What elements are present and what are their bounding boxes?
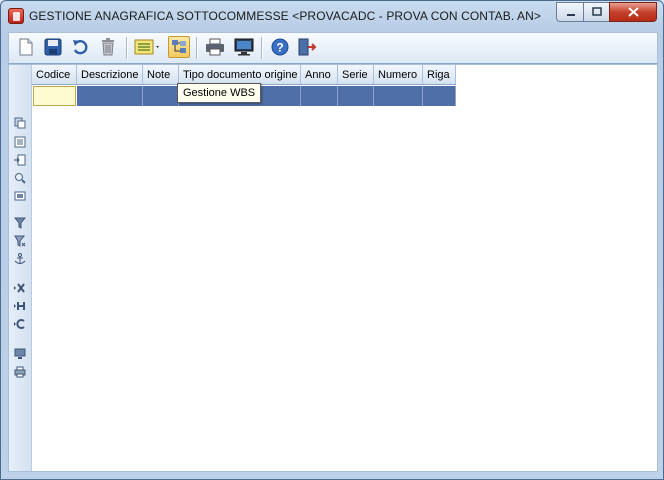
column-header-tipo-documento-origine[interactable]: Tipo documento origine: [179, 65, 301, 85]
help-icon: ?: [271, 38, 289, 56]
printer-icon: [206, 38, 224, 56]
minimize-button[interactable]: [556, 2, 585, 22]
title-bar[interactable]: GESTIONE ANAGRAFICA SOTTOCOMMESSE <PROVA…: [1, 1, 663, 31]
column-header-anno[interactable]: Anno: [301, 65, 338, 85]
form-view-icon[interactable]: [13, 189, 27, 203]
exit-door-icon: [298, 38, 317, 56]
export-c-icon[interactable]: [13, 317, 27, 331]
cell-codice[interactable]: [33, 86, 76, 106]
cell-anno[interactable]: [301, 86, 338, 106]
undo-icon: [73, 40, 88, 55]
list-options-button[interactable]: [133, 36, 163, 58]
app-icon[interactable]: [8, 8, 24, 24]
close-button[interactable]: [609, 2, 657, 22]
wbs-tree-icon: [172, 40, 186, 53]
save-button[interactable]: [42, 36, 64, 58]
toolbar-separator: [126, 37, 128, 59]
save-icon: [44, 38, 62, 56]
paste-record-icon[interactable]: [13, 116, 27, 130]
screen-output-icon[interactable]: [13, 347, 27, 361]
column-header-serie[interactable]: Serie: [338, 65, 374, 85]
new-document-icon: [19, 38, 33, 56]
close-icon: [627, 7, 639, 17]
cell-numero[interactable]: [374, 86, 423, 106]
print-button[interactable]: [204, 36, 226, 58]
grid-area: Codice Descrizione Note Tipo documento o…: [8, 64, 658, 472]
toolbar-separator: [196, 37, 198, 59]
toolbar-separator: [261, 37, 263, 59]
column-header-numero[interactable]: Numero: [374, 65, 423, 85]
exit-button[interactable]: [296, 36, 318, 58]
cell-riga[interactable]: [423, 86, 456, 106]
wbs-button[interactable]: [168, 36, 190, 58]
maximize-button[interactable]: [583, 2, 611, 22]
filter-icon[interactable]: [13, 216, 27, 230]
tooltip: Gestione WBS: [177, 83, 262, 103]
main-toolbar: ?: [8, 32, 658, 64]
column-header-codice[interactable]: Codice: [32, 65, 77, 85]
anchor-icon[interactable]: [13, 252, 27, 266]
side-toolbar: [9, 65, 32, 471]
help-button[interactable]: ?: [269, 36, 291, 58]
export-h-icon[interactable]: [13, 299, 27, 313]
zoom-icon[interactable]: [13, 171, 27, 185]
preview-button[interactable]: [233, 36, 255, 58]
monitor-icon: [234, 38, 254, 56]
trash-icon: [102, 38, 114, 56]
cell-descrizione[interactable]: [77, 86, 143, 106]
cell-note[interactable]: [143, 86, 179, 106]
export-x-icon[interactable]: [13, 281, 27, 295]
window-title: GESTIONE ANAGRAFICA SOTTOCOMMESSE <PROVA…: [29, 9, 542, 23]
svg-text:?: ?: [276, 41, 283, 55]
list-dropdown-icon: [134, 39, 159, 55]
column-header-riga[interactable]: Riga: [423, 65, 456, 85]
list-icon[interactable]: [13, 135, 27, 149]
minimize-icon: [566, 14, 575, 16]
remove-filter-icon[interactable]: [13, 234, 27, 248]
delete-button[interactable]: [97, 36, 119, 58]
cell-serie[interactable]: [338, 86, 374, 106]
new-button[interactable]: [15, 36, 37, 58]
insert-icon[interactable]: [13, 153, 27, 167]
column-header-descrizione[interactable]: Descrizione: [77, 65, 143, 85]
undo-button[interactable]: [69, 36, 91, 58]
print-output-icon[interactable]: [13, 365, 27, 379]
application-window: GESTIONE ANAGRAFICA SOTTOCOMMESSE <PROVA…: [0, 0, 664, 480]
maximize-icon: [592, 7, 602, 16]
column-header-note[interactable]: Note: [143, 65, 179, 85]
